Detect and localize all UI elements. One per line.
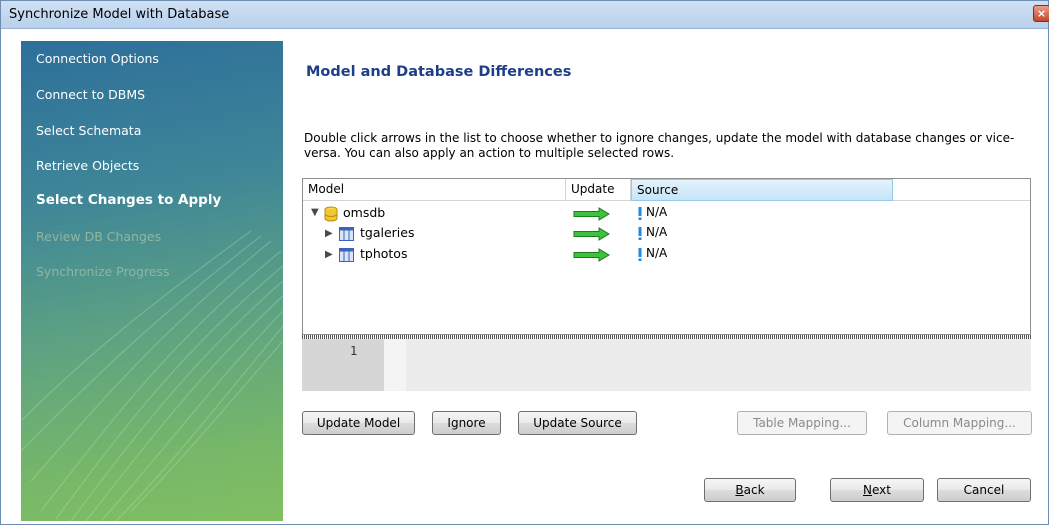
source-value: N/A	[646, 246, 668, 260]
collapsed-arrow-icon[interactable]: ▶	[325, 228, 333, 239]
arrow-right-icon[interactable]	[573, 207, 611, 221]
arrow-right-icon[interactable]	[573, 248, 611, 262]
step-review-db-changes: Review DB Changes	[36, 229, 162, 244]
sidebar-background-art	[21, 230, 283, 521]
column-mapping-button[interactable]: Column Mapping...	[887, 411, 1032, 435]
table-icon	[339, 248, 354, 262]
collapsed-arrow-icon[interactable]: ▶	[325, 249, 333, 260]
line-number-gutter: 1	[302, 339, 384, 391]
update-source-button[interactable]: Update Source	[518, 411, 637, 435]
next-button[interactable]: Next	[830, 478, 924, 502]
back-button[interactable]: Back	[704, 478, 796, 502]
back-label: ack	[743, 483, 765, 497]
table-icon	[339, 227, 354, 241]
row-name: tgaleries	[360, 225, 415, 240]
dialog-window: Synchronize Model with Database × Connec…	[0, 0, 1049, 525]
sql-preview-editor[interactable]: 1	[302, 339, 1031, 391]
next-label: ext	[872, 483, 891, 497]
window-title: Synchronize Model with Database	[9, 7, 230, 22]
grid-row-omsdb[interactable]: ▼ omsdb N/A	[303, 204, 1030, 224]
line-number: 1	[350, 344, 358, 358]
instructions-text: Double click arrows in the list to choos…	[304, 131, 1015, 160]
step-connect-to-dbms: Connect to DBMS	[36, 87, 146, 102]
expand-toggle-icon[interactable]: ▼	[311, 207, 319, 218]
grid-row-tphotos[interactable]: ▶ tphotos N/A	[303, 245, 1030, 265]
step-connection-options: Connection Options	[36, 51, 159, 66]
column-header-model[interactable]: Model	[303, 179, 566, 201]
column-header-update[interactable]: Update	[566, 179, 631, 201]
wizard-steps-sidebar: Connection Options Connect to DBMS Selec…	[21, 41, 283, 521]
update-model-button[interactable]: Update Model	[302, 411, 415, 435]
ignore-button[interactable]: Ignore	[432, 411, 501, 435]
cancel-button[interactable]: Cancel	[937, 478, 1031, 502]
title-bar[interactable]: Synchronize Model with Database ×	[1, 1, 1049, 29]
step-synchronize-progress: Synchronize Progress	[36, 264, 170, 279]
column-header-source[interactable]: Source	[631, 179, 893, 201]
fold-margin	[384, 339, 406, 391]
source-value: N/A	[646, 205, 668, 219]
database-icon	[324, 206, 338, 222]
step-select-changes-current: Select Changes to Apply	[36, 192, 222, 208]
back-mnemonic: B	[735, 483, 744, 497]
grid-row-tgaleries[interactable]: ▶ tgaleries N/A	[303, 224, 1030, 244]
step-select-schemata: Select Schemata	[36, 123, 142, 138]
grid-header: Model Update Source	[303, 179, 1030, 201]
table-mapping-button[interactable]: Table Mapping...	[737, 411, 867, 435]
differences-grid[interactable]: Model Update Source ▼ omsdb N/A ▶ tgaler…	[302, 178, 1031, 335]
warning-marker-icon	[638, 227, 642, 240]
main-content: Model and Database Differences Double cl…	[284, 41, 1044, 521]
source-value: N/A	[646, 225, 668, 239]
row-name: omsdb	[343, 205, 386, 220]
warning-marker-icon	[638, 248, 642, 261]
row-name: tphotos	[360, 246, 408, 261]
arrow-right-icon[interactable]	[573, 227, 611, 241]
next-mnemonic: N	[863, 483, 872, 497]
step-retrieve-objects: Retrieve Objects	[36, 158, 140, 173]
page-heading: Model and Database Differences	[306, 64, 572, 80]
warning-marker-icon	[638, 207, 642, 220]
close-button[interactable]: ×	[1033, 5, 1049, 22]
